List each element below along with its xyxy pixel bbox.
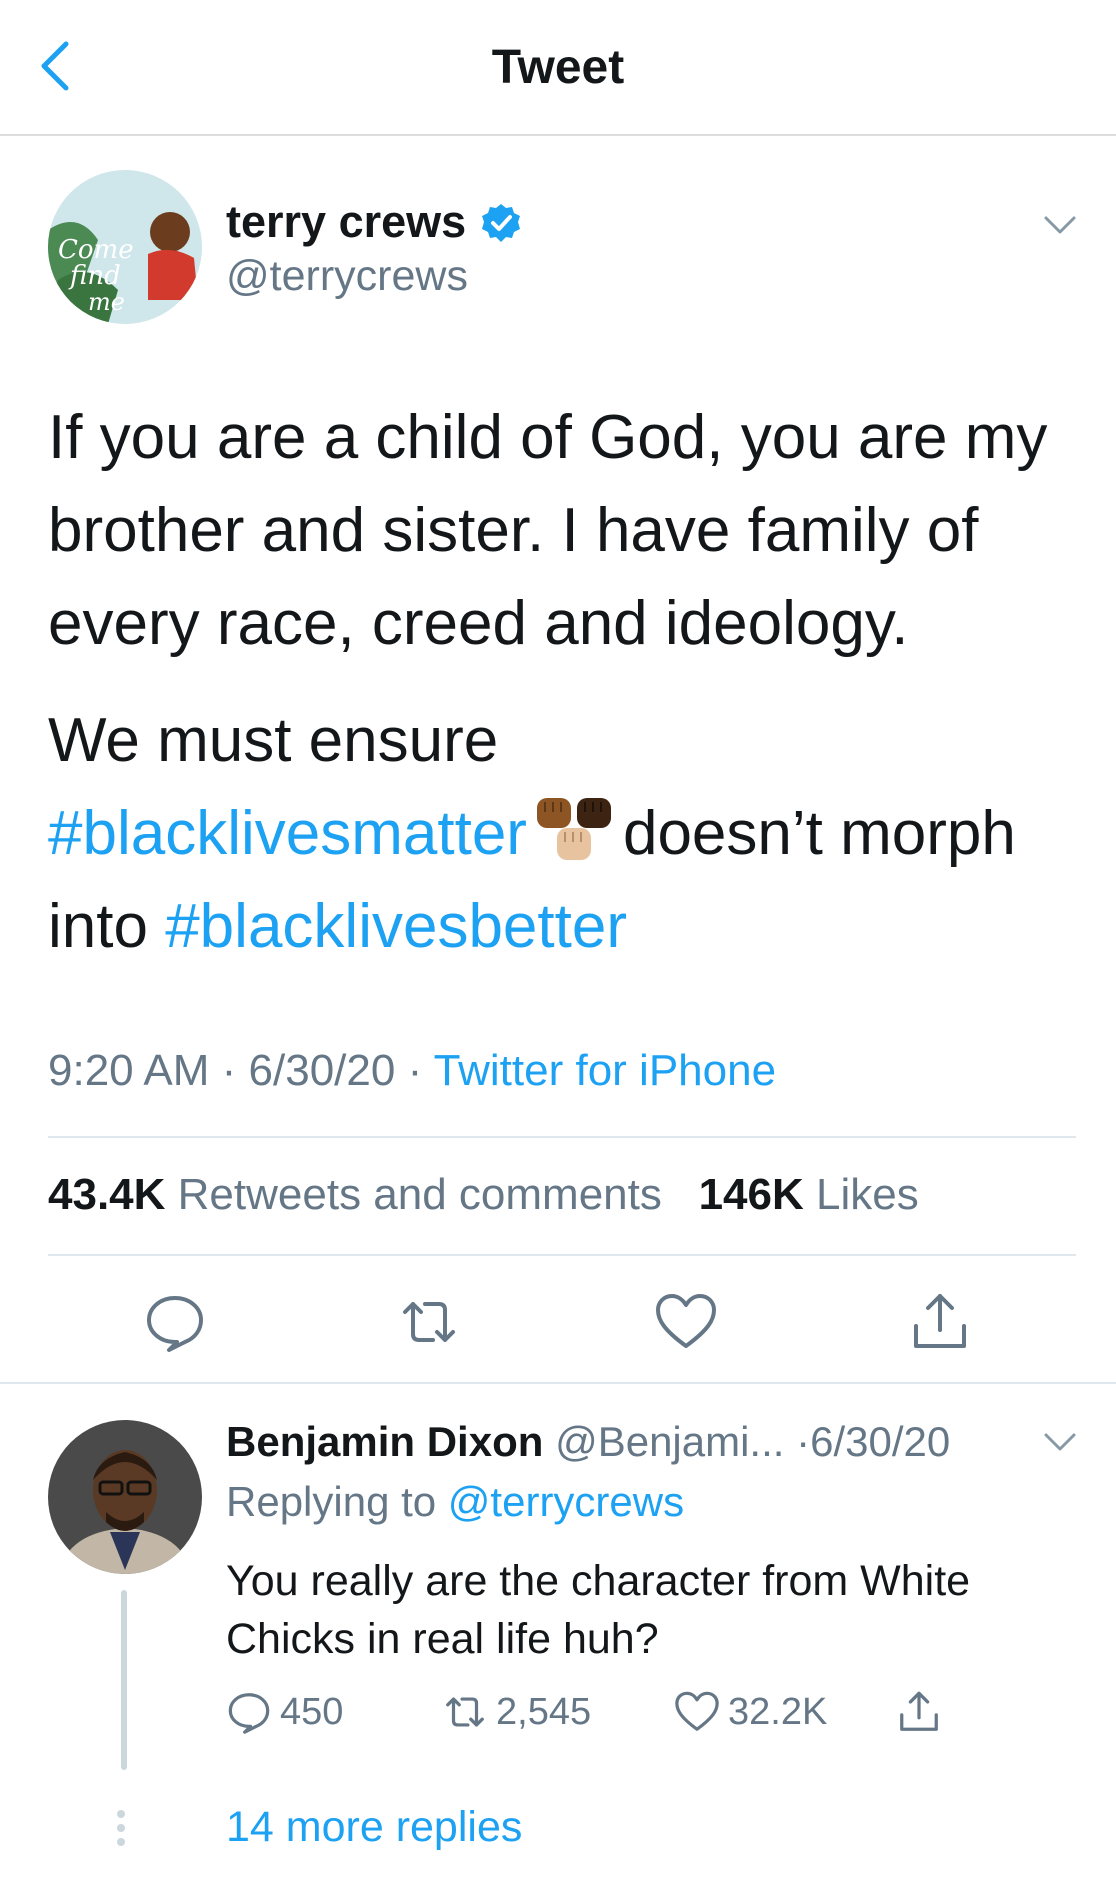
reply-author-handle[interactable]: @Benjami... — [555, 1418, 784, 1465]
replying-prefix: Replying to — [226, 1478, 448, 1525]
tweet-meta: 9:20 AM · 6/30/20 · Twitter for iPhone — [48, 1046, 776, 1096]
retweets-count: 43.4K — [48, 1170, 166, 1219]
share-button[interactable] — [896, 1688, 950, 1736]
replying-to-link[interactable]: @terrycrews — [448, 1478, 684, 1525]
tweet-time: 9:20 AM — [48, 1046, 210, 1095]
tweet-text-fragment: doesn’t morph — [622, 799, 1016, 868]
reply-icon[interactable] — [143, 1290, 207, 1354]
tweet-stats: 43.4K Retweets and comments 146K Likes — [48, 1170, 919, 1220]
share-icon[interactable] — [908, 1290, 972, 1354]
tweet-text-line: We must ensure — [48, 706, 499, 775]
svg-text:find: find — [68, 261, 121, 291]
avatar[interactable] — [48, 1420, 202, 1574]
tweet-source-link[interactable]: Twitter for iPhone — [434, 1046, 776, 1095]
reply-icon — [228, 1693, 270, 1734]
divider — [48, 1136, 1076, 1138]
share-icon — [900, 1691, 938, 1731]
hashtag-link[interactable]: #blacklivesmatter — [48, 799, 527, 868]
chevron-down-icon[interactable] — [1040, 205, 1080, 245]
retweets-label: Retweets and comments — [177, 1170, 662, 1219]
hashtag-link[interactable]: #blacklivesbetter — [165, 892, 627, 961]
thread-connector — [121, 1590, 127, 1770]
tweet-text-fragment: into — [48, 892, 166, 961]
tweet-date: 6/30/20 — [248, 1046, 396, 1095]
reply-date: ·6/30/20 — [796, 1418, 951, 1465]
reply-author-name[interactable]: Benjamin Dixon — [226, 1418, 543, 1465]
page-title: Tweet — [491, 41, 625, 94]
thread-dots-icon — [117, 1810, 125, 1846]
divider — [0, 1382, 1116, 1384]
retweet-button[interactable]: 2,545 — [442, 1688, 591, 1736]
tweet-text-line: into #blacklivesbetter — [48, 880, 627, 973]
like-button[interactable]: 32.2K — [674, 1688, 827, 1736]
reply-header: Benjamin Dixon @Benjami... ·6/30/20 — [226, 1418, 950, 1466]
top-bar: Tweet — [0, 0, 1116, 136]
separator: · — [395, 1046, 434, 1095]
author-name[interactable]: terry crews — [226, 196, 466, 248]
separator: · — [209, 1046, 249, 1095]
retweet-count: 2,545 — [496, 1690, 592, 1733]
likes-label: Likes — [815, 1170, 919, 1219]
back-chevron-icon[interactable] — [28, 36, 88, 96]
divider — [48, 1254, 1076, 1256]
heart-icon[interactable] — [654, 1290, 718, 1354]
likes-count: 146K — [698, 1170, 804, 1219]
tweet-text-line: brother and sister. I have family of — [48, 496, 979, 565]
verified-badge-icon — [482, 204, 520, 242]
reply-text: You really are the character from White … — [226, 1557, 971, 1663]
reply-button[interactable]: 450 — [226, 1688, 343, 1736]
more-replies-link[interactable]: 14 more replies — [226, 1803, 522, 1852]
chevron-down-icon[interactable] — [1040, 1422, 1080, 1462]
heart-icon — [675, 1691, 719, 1731]
svg-text:me: me — [88, 288, 125, 316]
avatar[interactable]: Come find me — [48, 170, 202, 324]
tweet-text-line: #blacklivesmatter doesn’t morph — [48, 787, 1016, 880]
retweet-icon[interactable] — [397, 1290, 461, 1354]
retweet-icon — [446, 1697, 484, 1727]
replying-to: Replying to @terrycrews — [226, 1478, 684, 1526]
tweet-text-line: If you are a child of God, you are my — [48, 403, 1048, 472]
likes-stat[interactable]: 146K Likes — [699, 1170, 919, 1219]
tweet-text-line: every race, creed and ideology. — [48, 589, 909, 658]
fist-emoji-icon — [536, 798, 611, 860]
retweets-stat[interactable]: 43.4K Retweets and comments — [48, 1170, 662, 1219]
reply-count: 450 — [280, 1690, 344, 1733]
author-handle[interactable]: @terrycrews — [226, 252, 468, 301]
like-count: 32.2K — [728, 1690, 828, 1733]
